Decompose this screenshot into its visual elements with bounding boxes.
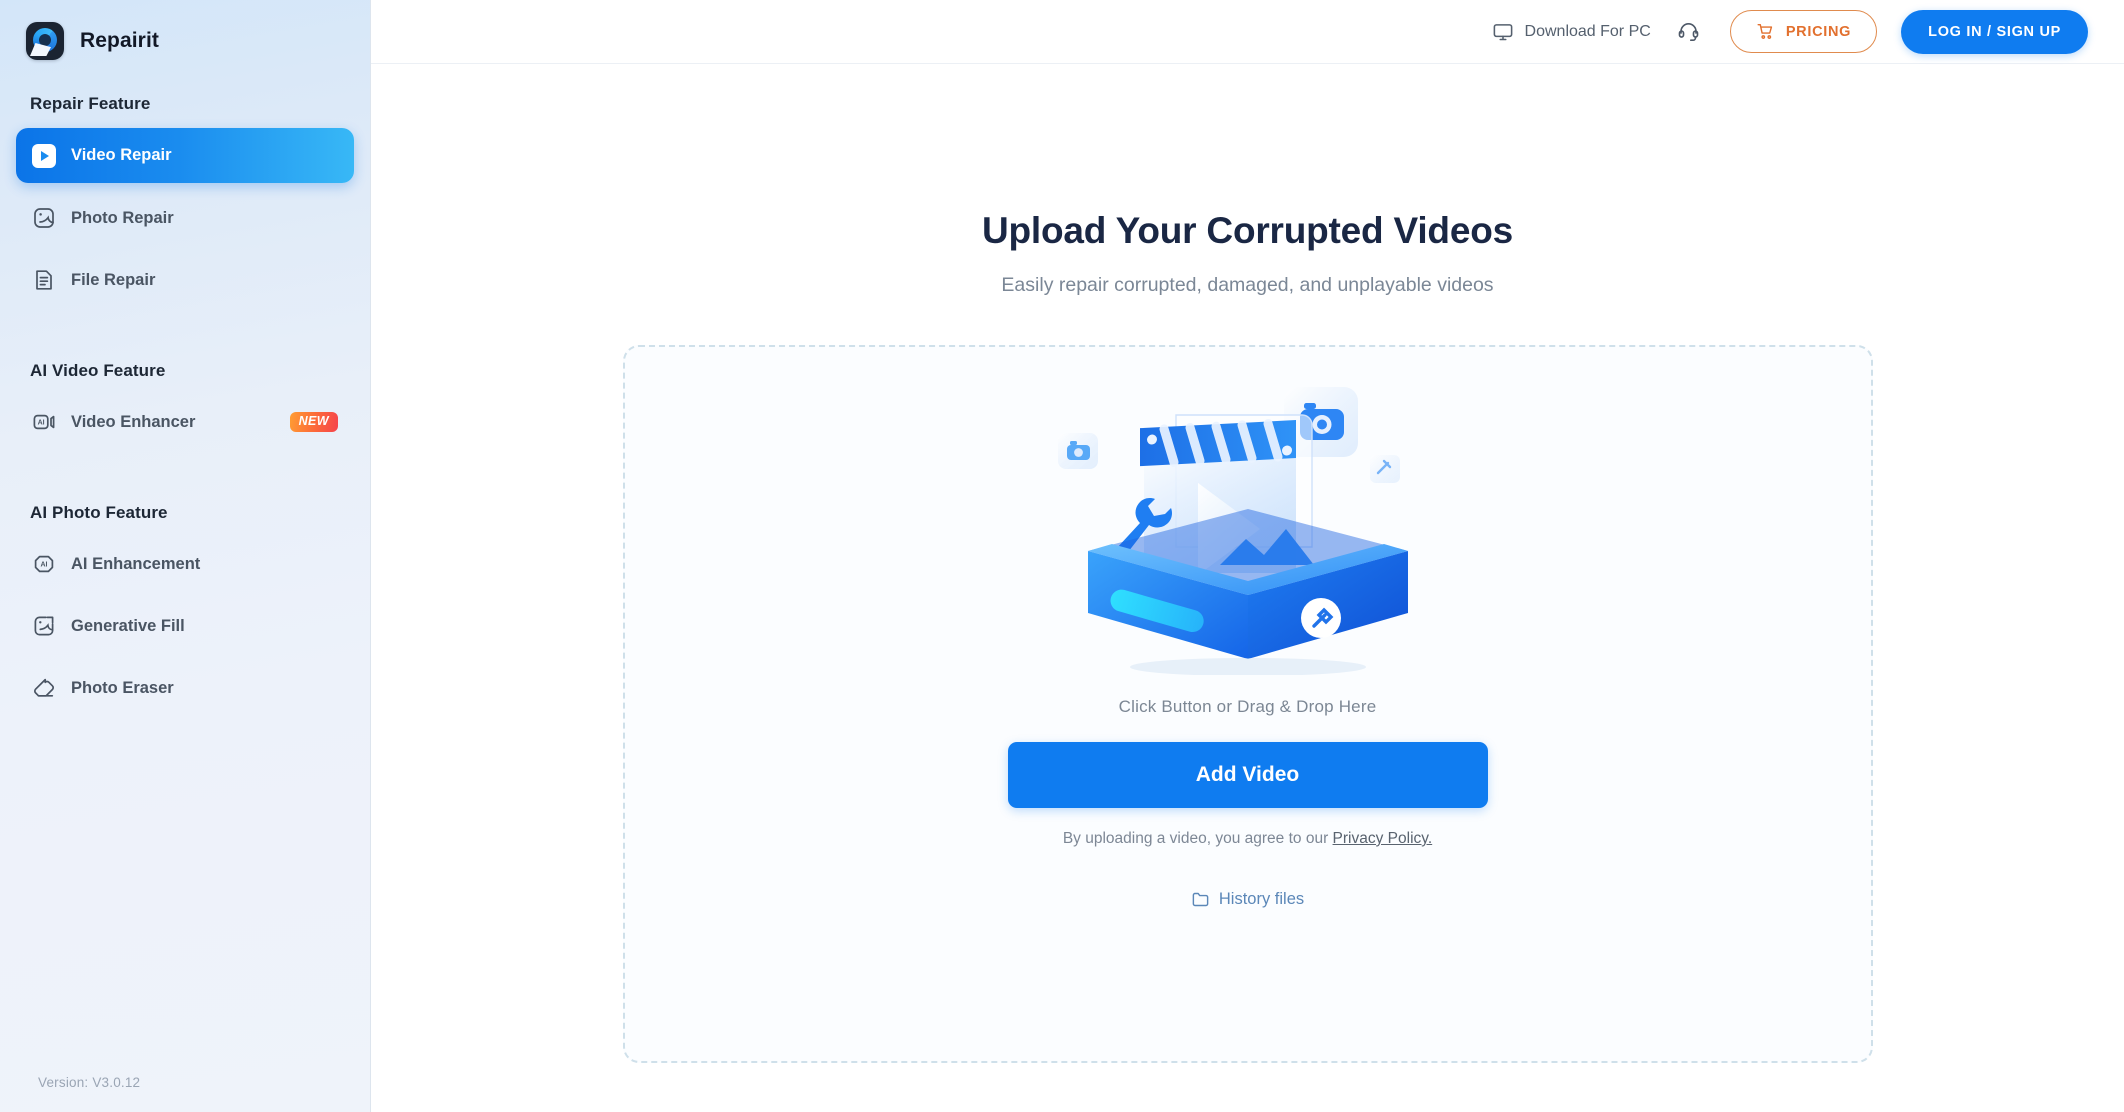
document-icon xyxy=(36,270,52,290)
sidebar-item-label: Generative Fill xyxy=(71,616,185,635)
monitor-icon xyxy=(1493,23,1512,40)
sidebar-item-label: AI Enhancement xyxy=(71,554,201,573)
ai-sparkle-icon: AI xyxy=(34,555,54,573)
folder-icon xyxy=(1192,892,1209,907)
download-for-pc-label: Download For PC xyxy=(1524,22,1651,40)
repairit-logo-icon xyxy=(26,22,64,60)
floating-camera-card-left xyxy=(1057,433,1098,469)
svg-text:AI: AI xyxy=(38,420,45,427)
sidebar-item-label: Photo Eraser xyxy=(71,678,174,697)
pricing-button[interactable]: PRICING xyxy=(1729,10,1878,53)
download-for-pc-button[interactable]: Download For PC xyxy=(1492,21,1651,43)
support-button[interactable] xyxy=(1677,20,1700,43)
sidebar-item-label: Video Enhancer xyxy=(71,412,196,431)
svg-text:AI: AI xyxy=(41,562,48,569)
sidebar-item-label: File Repair xyxy=(71,270,156,289)
login-signup-button[interactable]: LOG IN / SIGN UP xyxy=(1901,9,2088,54)
topbar: Download For PC PRICING LOG IN / SIGN UP xyxy=(371,0,2124,64)
history-files-link[interactable]: History files xyxy=(1191,890,1304,909)
upload-panel: Upload Your Corrupted Videos Easily repa… xyxy=(371,64,2124,1063)
headset-icon xyxy=(1678,23,1699,42)
sidebar-item-photo-repair[interactable]: Photo Repair xyxy=(16,191,354,245)
page-title: Upload Your Corrupted Videos xyxy=(982,210,1513,251)
privacy-policy-link[interactable]: Privacy Policy. xyxy=(1333,830,1433,847)
sidebar-section-ai-photo-feature: AI Photo Feature xyxy=(30,503,168,522)
sidebar-section-repair-feature: Repair Feature xyxy=(30,94,151,113)
brand: Repairit xyxy=(0,0,370,64)
sidebar-item-video-repair[interactable]: Video Repair xyxy=(16,128,354,183)
eraser-icon xyxy=(33,678,55,697)
ai-video-icon: AI xyxy=(33,414,55,430)
sidebar-item-label: Video Repair xyxy=(71,146,172,164)
login-signup-label: LOG IN / SIGN UP xyxy=(1928,23,2061,40)
file-dropzone[interactable]: Click Button or Drag & Drop Here Add Vid… xyxy=(622,345,1873,1063)
video-repair-toolbox-illustration xyxy=(1048,375,1448,675)
page-subtitle: Easily repair corrupted, damaged, and un… xyxy=(1001,274,1494,296)
history-files-label: History files xyxy=(1218,890,1305,908)
floating-tool-badge xyxy=(1369,455,1400,483)
sidebar-item-photo-eraser[interactable]: Photo Eraser xyxy=(16,661,354,715)
sidebar-item-generative-fill[interactable]: Generative Fill xyxy=(16,599,354,653)
sidebar-item-label: Photo Repair xyxy=(71,208,174,227)
sidebar-nav: Repair Feature Video Repair Photo Repair xyxy=(0,84,370,715)
pricing-label: PRICING xyxy=(1785,23,1852,40)
privacy-notice: By uploading a video, you agree to our P… xyxy=(1063,830,1432,848)
main-content: Download For PC PRICING LOG IN / SIGN UP… xyxy=(371,0,2124,1112)
drop-hint: Click Button or Drag & Drop Here xyxy=(1118,697,1377,716)
sidebar-item-video-enhancer[interactable]: AI Video Enhancer NEW xyxy=(16,395,354,449)
sidebar-item-ai-enhancement[interactable]: AI AI Enhancement xyxy=(16,537,354,591)
privacy-notice-text: By uploading a video, you agree to our xyxy=(1062,830,1333,847)
status-badge-new: NEW xyxy=(289,412,338,432)
generative-fill-icon xyxy=(34,616,54,636)
image-icon xyxy=(34,208,54,228)
cart-icon xyxy=(1757,23,1772,39)
sidebar-section-ai-video-feature: AI Video Feature xyxy=(30,361,166,380)
app-window: Repairit Repair Feature Video Repair Pho… xyxy=(0,0,2124,1112)
add-video-button[interactable]: Add Video xyxy=(1007,742,1488,808)
brand-name: Repairit xyxy=(80,29,159,52)
video-play-icon xyxy=(32,143,56,168)
app-version: Version: V3.0.12 xyxy=(38,1075,141,1090)
sidebar: Repairit Repair Feature Video Repair Pho… xyxy=(0,0,371,1112)
sidebar-item-file-repair[interactable]: File Repair xyxy=(16,253,354,307)
